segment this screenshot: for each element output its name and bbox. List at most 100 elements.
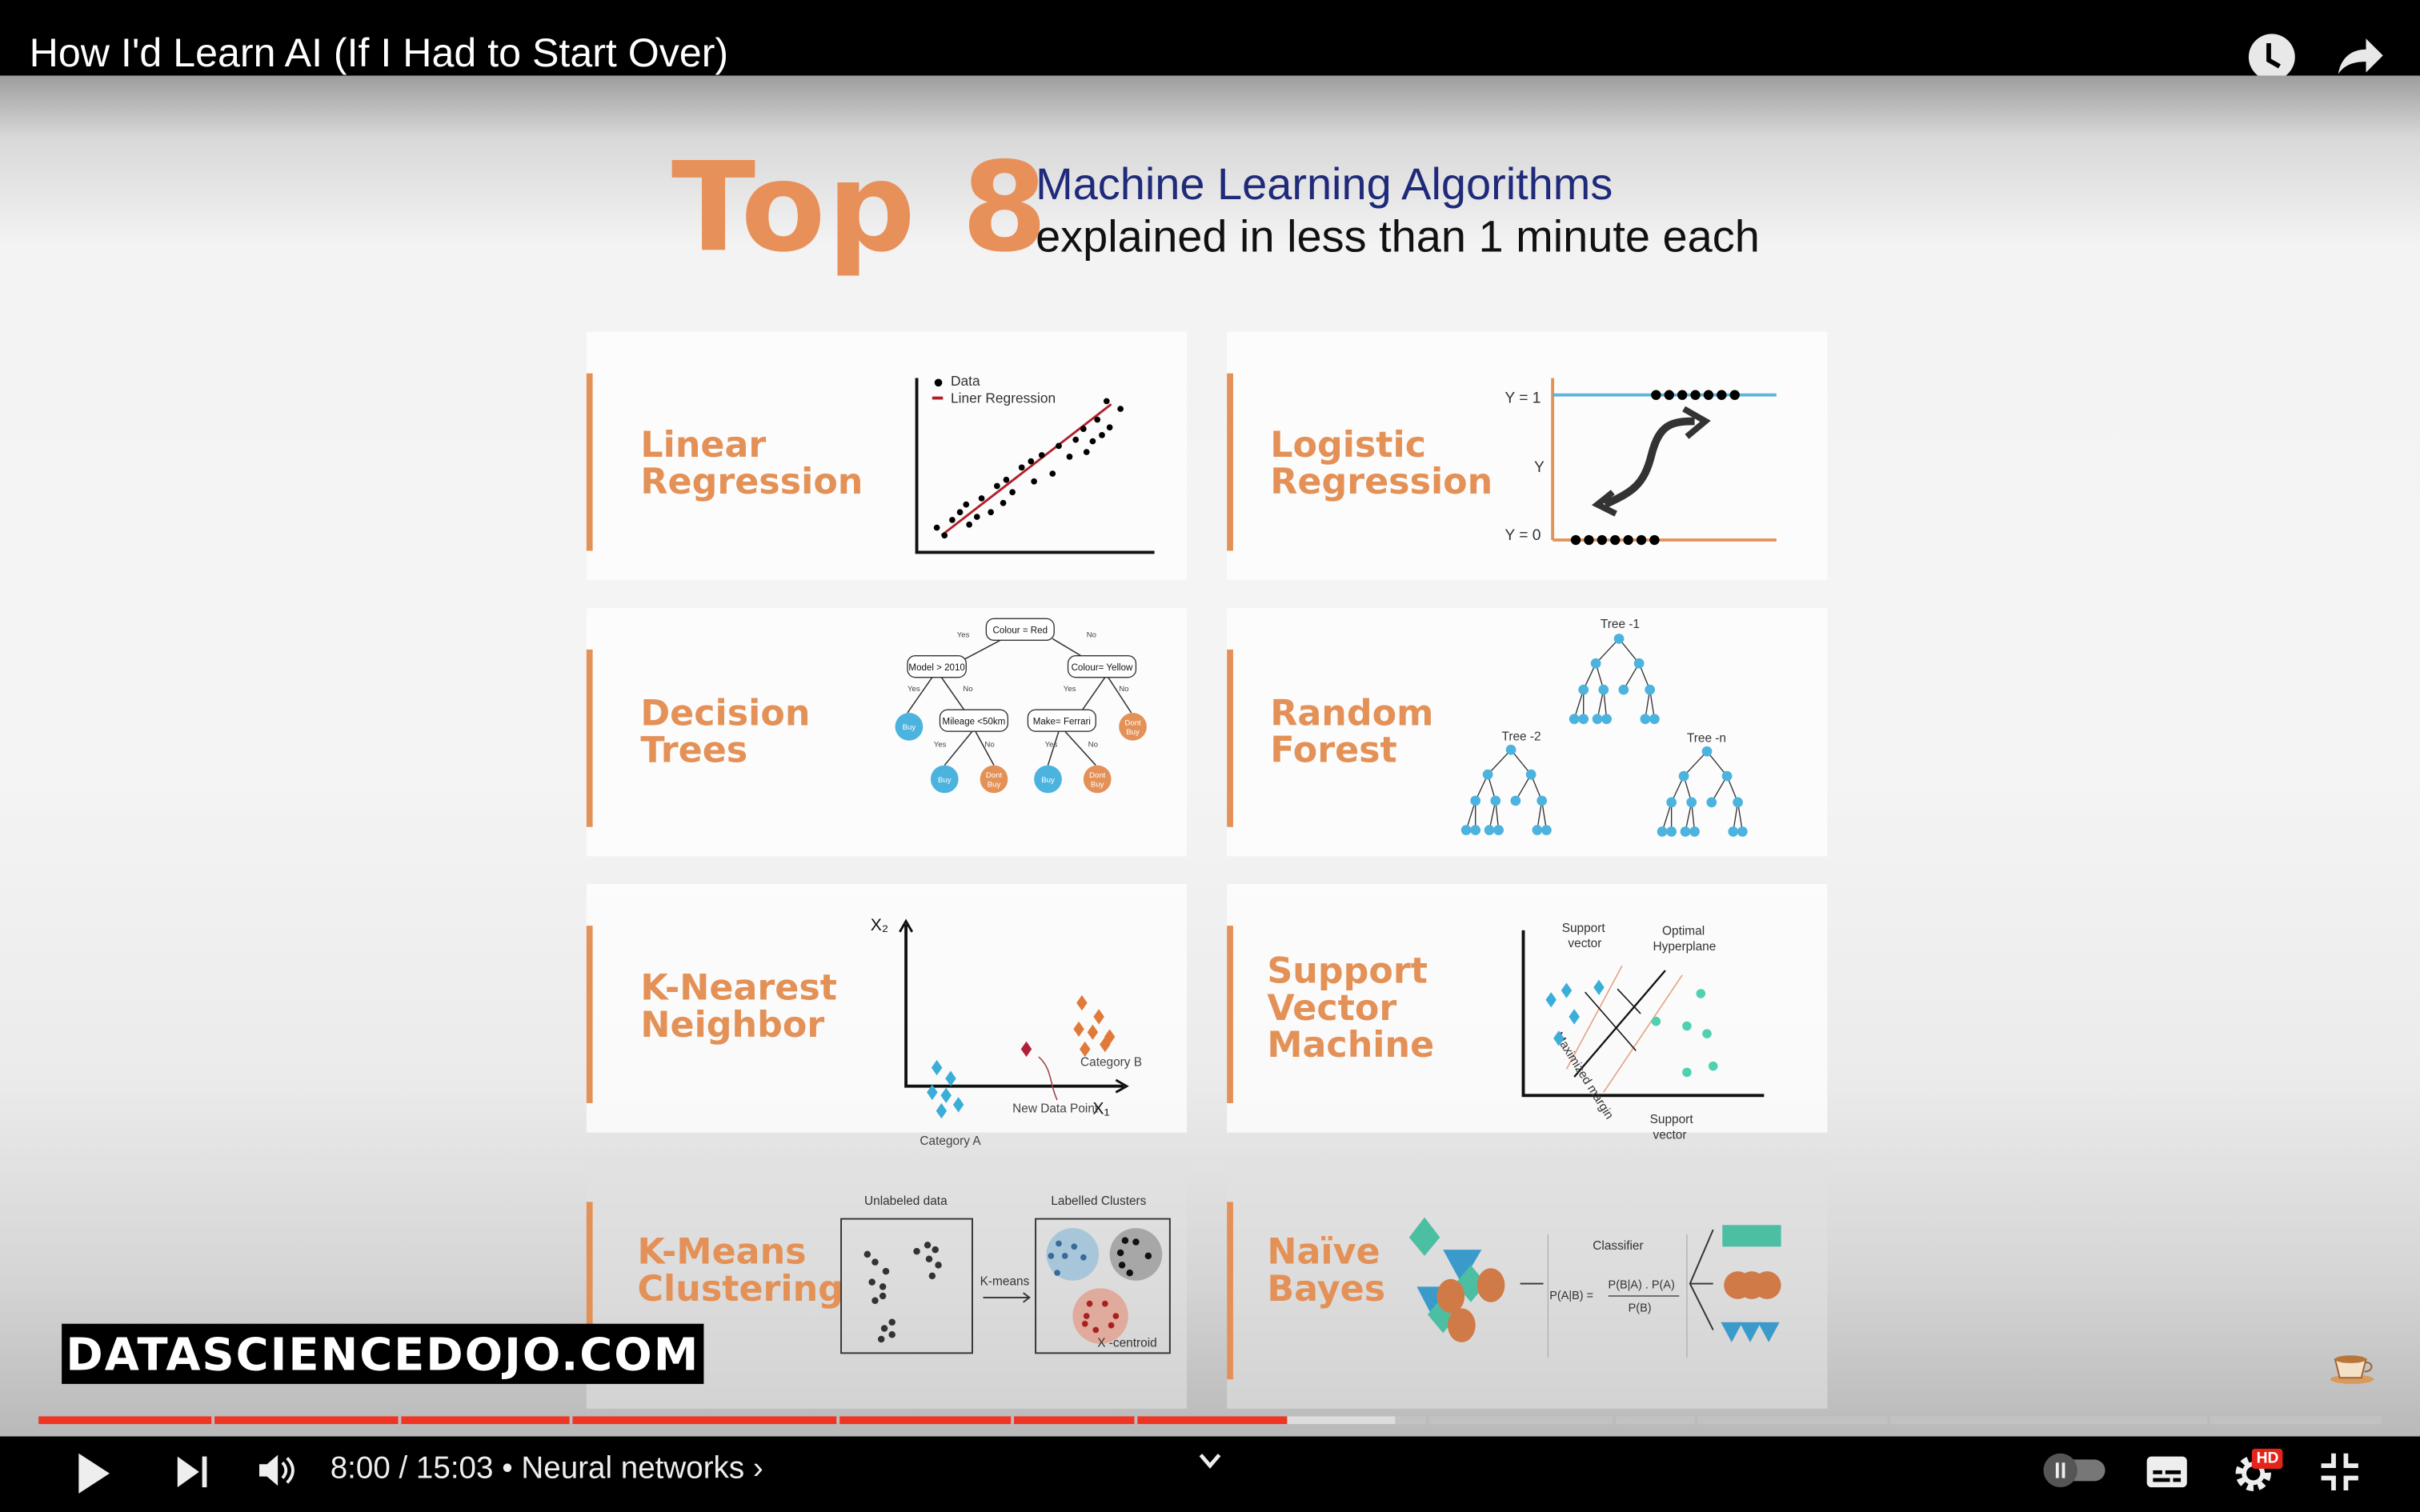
autoplay-toggle[interactable] bbox=[2041, 1452, 2109, 1489]
label: Yes bbox=[957, 630, 970, 639]
data-point bbox=[1081, 1320, 1088, 1327]
tree-node bbox=[1470, 795, 1481, 806]
knn-diagram: X₂ X₁ Category B New Data Point Category… bbox=[871, 916, 1142, 1148]
data-point bbox=[913, 1247, 920, 1255]
chapter-title[interactable]: Neural networks bbox=[521, 1452, 744, 1486]
data-point bbox=[1099, 431, 1105, 438]
decision-tree-diagram: Colour = Red Model > 2010 Colour= Yellow Mi… bbox=[895, 618, 1147, 794]
progress-unplayed-segment[interactable] bbox=[1395, 1416, 1426, 1425]
video-player[interactable]: How I'd Learn AI (If I Had to Start Over… bbox=[0, 0, 2420, 1512]
progress-unplayed-segment[interactable] bbox=[1697, 1416, 1888, 1425]
tree-node bbox=[1666, 826, 1677, 837]
tree-node bbox=[1525, 769, 1537, 780]
tree-node bbox=[1733, 797, 1743, 808]
volume-icon[interactable] bbox=[256, 1450, 296, 1490]
data-point bbox=[1570, 534, 1581, 546]
data-point bbox=[1664, 390, 1674, 400]
label: Make= Ferrari bbox=[1033, 717, 1091, 726]
legend-line: Liner Regression bbox=[951, 390, 1056, 406]
progress-played-segment[interactable] bbox=[214, 1416, 399, 1425]
data-point bbox=[978, 495, 985, 502]
diamond-point bbox=[1073, 1021, 1084, 1037]
data-point bbox=[925, 1255, 933, 1262]
label: Buy bbox=[938, 776, 952, 785]
tree-node bbox=[1645, 684, 1656, 695]
data-point bbox=[1717, 390, 1727, 400]
svg-text:Classifier: Classifier bbox=[1593, 1239, 1643, 1253]
exit-fullscreen-icon[interactable] bbox=[2320, 1452, 2360, 1492]
data-point bbox=[1031, 478, 1037, 485]
data-point bbox=[1066, 453, 1073, 460]
data-point bbox=[879, 1283, 887, 1290]
svg-text:Y: Y bbox=[1534, 459, 1545, 476]
data-point bbox=[1112, 1313, 1120, 1319]
svg-text:Category A: Category A bbox=[920, 1134, 981, 1148]
tree-node bbox=[1598, 684, 1609, 695]
card-naive-bayes: Naïve Bayes Classifier P(A|B) = P(B|A) . … bbox=[1227, 1160, 1828, 1409]
progress-unplayed-segment[interactable] bbox=[1890, 1416, 2207, 1425]
data-point bbox=[973, 514, 980, 520]
data-point bbox=[1061, 1252, 1068, 1259]
svg-text:Optimal: Optimal bbox=[1662, 925, 1705, 938]
svg-text:Tree -2: Tree -2 bbox=[1501, 730, 1541, 744]
diamond-point bbox=[1080, 1041, 1091, 1058]
video-title[interactable]: How I'd Learn AI (If I Had to Start Over… bbox=[30, 30, 728, 78]
tree-node bbox=[1510, 795, 1521, 806]
progress-played-segment[interactable] bbox=[401, 1416, 570, 1425]
diamond-point bbox=[931, 1059, 943, 1076]
data-point bbox=[949, 517, 956, 523]
progress-played-segment[interactable] bbox=[1014, 1416, 1135, 1425]
card-k-nearest-neighbor: K-Nearest Neighbor X₂ X₁ Category B New D… bbox=[586, 884, 1188, 1148]
progress-unplayed-segment[interactable] bbox=[1616, 1416, 1695, 1425]
svg-text:Category B: Category B bbox=[1080, 1056, 1142, 1070]
hd-badge: HD bbox=[2251, 1448, 2284, 1469]
svg-text:Tree -1: Tree -1 bbox=[1601, 618, 1640, 631]
data-point bbox=[863, 1250, 871, 1258]
captions-icon[interactable] bbox=[2146, 1455, 2189, 1489]
naive-bayes-diagram: Classifier P(A|B) = P(B|A) . P(A) P(B) bbox=[1408, 1217, 1781, 1358]
label: Colour= Yellow bbox=[1072, 663, 1133, 673]
svg-text:New Data Point: New Data Point bbox=[1012, 1102, 1099, 1115]
data-point bbox=[993, 482, 1000, 490]
svg-text:vector: vector bbox=[1653, 1128, 1686, 1142]
diamond-point bbox=[945, 1070, 956, 1086]
svg-text:X -centroid: X -centroid bbox=[1097, 1337, 1157, 1350]
data-point bbox=[933, 524, 940, 531]
progress-unplayed-segment[interactable] bbox=[2210, 1416, 2382, 1425]
progress-unplayed-segment[interactable] bbox=[1428, 1416, 1613, 1425]
random-forest-diagram: Tree -1 Tree -2 Tree -n bbox=[1460, 618, 1748, 837]
tree-node bbox=[1721, 770, 1733, 782]
progress-bar[interactable] bbox=[38, 1416, 2382, 1425]
data-point bbox=[1690, 390, 1701, 400]
video-frame[interactable]: Top 8 Machine Learning Algorithms explai… bbox=[0, 75, 2420, 1437]
progress-played-segment[interactable] bbox=[1137, 1416, 1288, 1425]
time-display: 8:00 / 15:03 • Neural networks › bbox=[330, 1451, 763, 1486]
settings-button[interactable]: HD bbox=[2232, 1448, 2287, 1495]
progress-buffered-segment[interactable] bbox=[1287, 1416, 1396, 1425]
chevron-down-icon[interactable] bbox=[1198, 1452, 1223, 1470]
data-point bbox=[1056, 1240, 1062, 1247]
legend-data: Data bbox=[951, 373, 980, 389]
tree-node bbox=[1680, 826, 1691, 837]
play-icon[interactable] bbox=[77, 1452, 110, 1495]
data-point bbox=[924, 1242, 932, 1249]
data-point bbox=[1056, 442, 1062, 450]
data-point bbox=[1018, 464, 1025, 471]
label: Buy bbox=[903, 723, 916, 732]
top-bar: How I'd Learn AI (If I Had to Start Over… bbox=[0, 0, 2420, 81]
svg-text:Hyperplane: Hyperplane bbox=[1653, 940, 1716, 954]
progress-played-segment[interactable] bbox=[839, 1416, 1012, 1425]
svg-text:K-means: K-means bbox=[980, 1274, 1030, 1288]
progress-played-segment[interactable] bbox=[572, 1416, 837, 1425]
data-point bbox=[1048, 1252, 1055, 1259]
edge bbox=[944, 730, 973, 766]
data-point bbox=[1132, 1238, 1140, 1246]
svg-text:X₂: X₂ bbox=[871, 916, 888, 934]
progress-played-segment[interactable] bbox=[38, 1416, 212, 1425]
coffee-cup-icon[interactable] bbox=[2327, 1350, 2380, 1386]
next-icon[interactable] bbox=[176, 1455, 210, 1489]
data-point bbox=[1677, 390, 1688, 400]
data-point bbox=[1117, 406, 1124, 412]
time-current: 8:00 / 15:03 bbox=[330, 1451, 494, 1486]
svg-text:Unlabeled data: Unlabeled data bbox=[864, 1194, 948, 1208]
